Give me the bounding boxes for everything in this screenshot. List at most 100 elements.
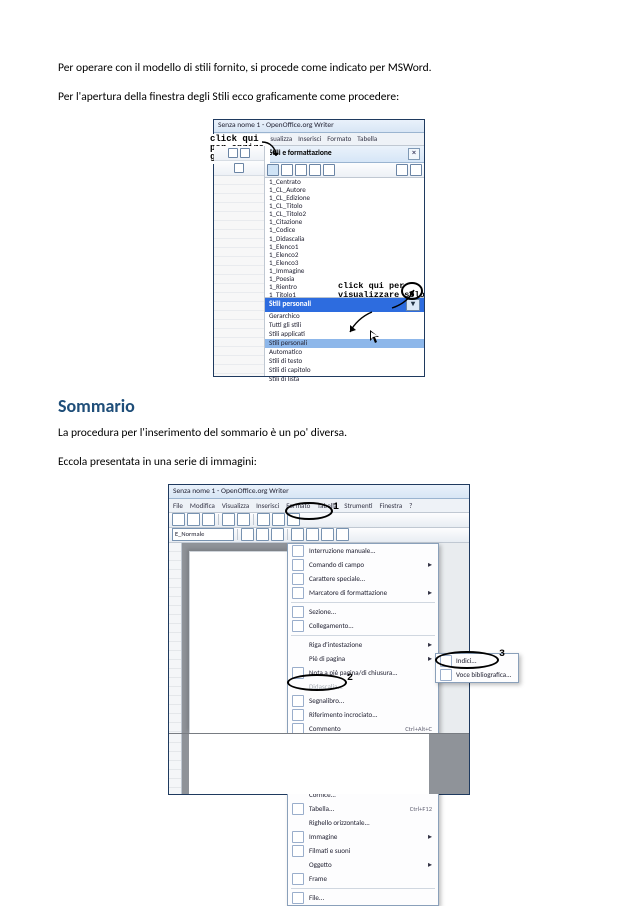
toolbar-button[interactable] bbox=[240, 148, 250, 158]
menu-separator bbox=[291, 888, 435, 889]
toolbar-button[interactable] bbox=[321, 528, 334, 541]
toolbar-button[interactable] bbox=[271, 528, 284, 541]
fill-format-icon[interactable] bbox=[396, 164, 408, 176]
toolbar-button[interactable] bbox=[234, 163, 244, 173]
annotation-number-1: 1 bbox=[333, 502, 339, 513]
vertical-ruler bbox=[169, 543, 182, 733]
menu-item[interactable]: Inserisci bbox=[256, 501, 279, 510]
menu-item-icon bbox=[292, 892, 304, 904]
chevron-right-icon: ▸ bbox=[428, 832, 432, 842]
menu-item[interactable]: Oggetto▸ bbox=[288, 858, 438, 872]
insert-menu-dropdown[interactable]: Interruzione manuale...Comando di campo▸… bbox=[287, 543, 439, 906]
toolbar[interactable]: E_Normale bbox=[169, 528, 469, 543]
menu-item[interactable]: Segnalibro... bbox=[288, 694, 438, 708]
sommario-paragraph-1: La procedura per l'inserimento del somma… bbox=[58, 425, 580, 442]
section-heading-sommario: Sommario bbox=[58, 395, 580, 417]
toolbar-button[interactable] bbox=[222, 513, 235, 526]
menu-item-icon bbox=[292, 653, 304, 665]
menu-item[interactable]: Immagine ▸ bbox=[288, 830, 438, 844]
submenu-item[interactable]: Voce bibliografica... bbox=[436, 668, 518, 682]
toolbar-row[interactable] bbox=[214, 161, 264, 176]
menu-item[interactable]: Formato bbox=[327, 135, 351, 143]
chevron-right-icon: ▸ bbox=[428, 654, 432, 664]
menu-item-label: Righello orizzontale... bbox=[309, 818, 370, 827]
menu-item[interactable]: Sezione... bbox=[288, 605, 438, 619]
list-styles-icon[interactable] bbox=[323, 164, 335, 176]
styles-panel-screenshot: click qui per aprire gli Stili Senza nom… bbox=[213, 119, 425, 378]
toolbar-row[interactable] bbox=[214, 146, 264, 161]
frame-styles-icon[interactable] bbox=[295, 164, 307, 176]
menu-item-label: Immagine bbox=[309, 832, 337, 841]
menu-item[interactable]: Strumenti bbox=[344, 501, 372, 510]
separator bbox=[287, 529, 288, 540]
annotation-circle-3 bbox=[435, 651, 499, 669]
style-selector[interactable]: E_Normale bbox=[172, 528, 234, 541]
styles-toolbar-button[interactable] bbox=[228, 148, 238, 158]
menu-item-icon bbox=[292, 709, 304, 721]
window-title: Senza nome 1 - OpenOffice.org Writer bbox=[169, 485, 469, 499]
menu-item[interactable]: Tabella bbox=[357, 135, 377, 143]
new-style-icon[interactable] bbox=[410, 164, 422, 176]
menu-item-label: Collegamento... bbox=[309, 621, 354, 630]
menu-item[interactable]: Frame bbox=[288, 872, 438, 886]
menu-item[interactable]: Modifica bbox=[190, 501, 215, 510]
page-styles-icon[interactable] bbox=[309, 164, 321, 176]
toolbar-button[interactable] bbox=[291, 528, 304, 541]
page-sheet bbox=[189, 551, 289, 733]
toolbar-button[interactable] bbox=[272, 513, 285, 526]
menu-item[interactable]: Filmati e suoni bbox=[288, 844, 438, 858]
annotation-number-2: 2 bbox=[347, 673, 353, 684]
toolbar-button[interactable] bbox=[306, 528, 319, 541]
menu-item[interactable]: Interruzione manuale... bbox=[288, 544, 438, 558]
styles-list[interactable]: click qui per visualizzare solo gli stil… bbox=[265, 178, 424, 297]
menu-item[interactable]: Marcatore di formattazione▸ bbox=[288, 586, 438, 600]
chevron-right-icon: ▸ bbox=[428, 860, 432, 870]
toolbar-button[interactable] bbox=[257, 513, 270, 526]
menu-item-label: Riga d'intestazione bbox=[309, 640, 362, 649]
menu-item-icon bbox=[292, 545, 304, 557]
toolbar-button[interactable] bbox=[187, 513, 200, 526]
character-styles-icon[interactable] bbox=[281, 164, 293, 176]
menu-item-icon bbox=[292, 606, 304, 618]
menu-item[interactable]: Carattere speciale... bbox=[288, 572, 438, 586]
styles-category-icons[interactable] bbox=[265, 163, 424, 178]
menu-item[interactable]: Visualizza bbox=[222, 501, 249, 510]
window-title: Senza nome 1 - OpenOffice.org Writer bbox=[214, 120, 424, 134]
menu-item[interactable]: Comando di campo▸ bbox=[288, 558, 438, 572]
menu-item-label: Voce bibliografica... bbox=[456, 670, 511, 679]
menu-item-icon bbox=[292, 573, 304, 585]
menu-item-icon bbox=[292, 620, 304, 632]
styles-panel-title: Stili e formattazione × bbox=[265, 146, 424, 163]
separator bbox=[253, 514, 254, 525]
toolbar-button[interactable] bbox=[241, 528, 254, 541]
paragraph-styles-icon[interactable] bbox=[267, 164, 279, 176]
menu-item[interactable]: ? bbox=[409, 501, 412, 510]
toolbar-button[interactable] bbox=[256, 528, 269, 541]
menu-item[interactable]: Finestra bbox=[380, 501, 403, 510]
menu-item[interactable]: Tabella...Ctrl+F12 bbox=[288, 802, 438, 816]
menu-item[interactable]: Righello orizzontale... bbox=[288, 816, 438, 830]
menu-separator bbox=[291, 602, 435, 603]
menu-item[interactable]: Collegamento... bbox=[288, 619, 438, 633]
document-area-lower bbox=[169, 733, 469, 794]
menu-item[interactable]: File bbox=[173, 501, 183, 510]
separator bbox=[218, 514, 219, 525]
close-icon[interactable]: × bbox=[408, 148, 420, 160]
annotation-circle-1 bbox=[285, 502, 333, 520]
menu-item-icon bbox=[440, 669, 452, 681]
toolbar-button[interactable] bbox=[202, 513, 215, 526]
toolbar-button[interactable] bbox=[172, 513, 185, 526]
filter-option[interactable]: Stili di lista bbox=[265, 375, 424, 384]
menu-item[interactable]: Inserisci bbox=[298, 135, 321, 143]
menu-item-label: Piè di pagina bbox=[309, 654, 345, 663]
writer-left-column bbox=[214, 146, 265, 376]
menu-item[interactable]: Riferimento incrociato... bbox=[288, 708, 438, 722]
arrow-icon bbox=[388, 288, 418, 318]
menu-item-icon bbox=[292, 845, 304, 857]
menu-item-icon bbox=[292, 587, 304, 599]
toolbar-button[interactable] bbox=[336, 528, 349, 541]
document-area bbox=[169, 543, 290, 733]
menu-item[interactable]: Riga d'intestazione▸ bbox=[288, 638, 438, 652]
toolbar-button[interactable] bbox=[237, 513, 250, 526]
menu-item[interactable]: Piè di pagina ▸ bbox=[288, 652, 438, 666]
